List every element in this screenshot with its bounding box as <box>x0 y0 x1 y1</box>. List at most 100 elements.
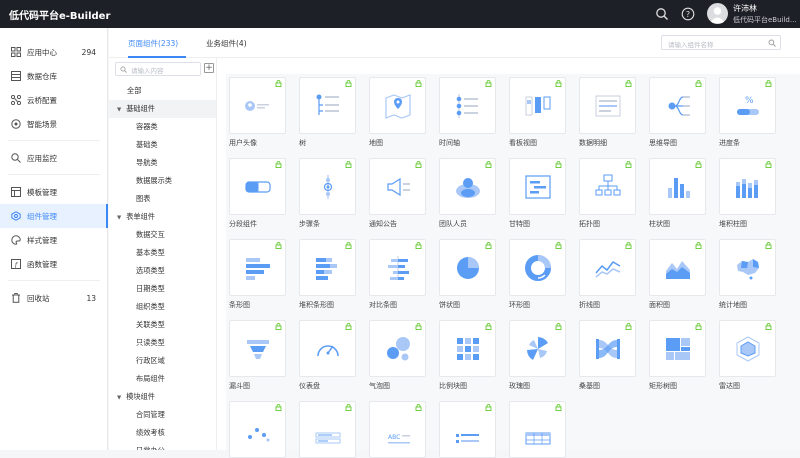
tree-node[interactable]: 基本类型 <box>136 244 165 262</box>
component-card[interactable] <box>439 158 496 215</box>
tree-node[interactable]: 日常办公 <box>136 442 165 450</box>
component-card[interactable] <box>719 320 776 377</box>
component-card[interactable] <box>439 239 496 296</box>
tree-node-label: 日期类型 <box>136 284 165 293</box>
tree-node[interactable]: 导航类 <box>136 154 158 172</box>
palette-icon <box>11 235 21 245</box>
component-card[interactable] <box>509 158 566 215</box>
lock-icon <box>555 242 562 249</box>
component-card[interactable] <box>509 239 566 296</box>
tree-node[interactable]: 选项类型 <box>136 262 165 280</box>
sidebar-item-recycle-bin[interactable]: 回收站 13 <box>0 286 108 310</box>
component-card[interactable] <box>649 239 706 296</box>
tree-node-label: 选项类型 <box>136 266 165 275</box>
component-card[interactable] <box>649 77 706 134</box>
tree-node[interactable]: 图表 <box>136 190 150 208</box>
tree-node[interactable]: 行政区域 <box>136 352 165 370</box>
component-card[interactable] <box>369 239 426 296</box>
component-card[interactable] <box>229 320 286 377</box>
tree-search-input[interactable]: 请输入内容 <box>115 62 201 76</box>
tab-business-components[interactable]: 业务组件(4) <box>206 38 247 49</box>
plus-icon[interactable]: + <box>204 63 214 73</box>
tree-node[interactable]: 只读类型 <box>136 334 165 352</box>
component-name: 进度条 <box>719 139 740 147</box>
hbar-icon <box>246 258 270 280</box>
component-card[interactable] <box>229 77 286 134</box>
map-icon <box>385 94 411 119</box>
component-card[interactable] <box>229 239 286 296</box>
component-name: 步骤条 <box>299 220 320 228</box>
tree-node[interactable]: 日期类型 <box>136 280 165 298</box>
component-card[interactable] <box>299 401 356 458</box>
tree-node[interactable]: 数据展示类 <box>136 172 172 190</box>
component-card[interactable] <box>579 320 636 377</box>
tree-node[interactable]: 绩效考核 <box>136 424 165 442</box>
help-icon[interactable]: ? <box>681 7 695 21</box>
component-card[interactable] <box>299 239 356 296</box>
sidebar-item-smart-scene[interactable]: 智能场景 <box>0 112 108 136</box>
component-card[interactable] <box>299 320 356 377</box>
component-card[interactable] <box>579 77 636 134</box>
component-card[interactable] <box>579 239 636 296</box>
component-name: 通知公告 <box>369 220 397 228</box>
component-card[interactable] <box>509 320 566 377</box>
sidebar-item-app-center[interactable]: 应用中心 294 <box>0 40 108 64</box>
tree-node[interactable]: 关联类型 <box>136 316 165 334</box>
sidebar-item-cloud-bridge[interactable]: 云桥配置 <box>0 88 108 112</box>
sidebar-item-app-monitor[interactable]: 应用监控 <box>0 146 108 170</box>
tree-group[interactable]: ▼ 模块组件 <box>117 388 155 406</box>
sidebar-item-component[interactable]: 组件管理 <box>0 204 108 228</box>
component-card[interactable] <box>299 158 356 215</box>
component-card[interactable] <box>299 77 356 134</box>
component-name: 堆积条形图 <box>299 301 334 309</box>
svg-text:%: % <box>745 96 754 106</box>
tree-node[interactable]: 数据交互 <box>136 226 165 244</box>
component-card[interactable] <box>369 320 426 377</box>
sidebar-item-function[interactable]: f 函数管理 <box>0 252 108 276</box>
caret-down-icon[interactable]: ▼ <box>117 107 121 113</box>
component-card[interactable] <box>229 401 286 458</box>
tab-page-components[interactable]: 页面组件(233) <box>128 38 178 49</box>
tree-node[interactable]: 组织类型 <box>136 298 165 316</box>
component-card[interactable] <box>719 239 776 296</box>
lock-icon <box>345 161 352 168</box>
stat-map-icon <box>737 259 759 280</box>
component-card[interactable] <box>229 158 286 215</box>
component-name: 树 <box>299 139 306 147</box>
component-card[interactable] <box>369 158 426 215</box>
caret-down-icon[interactable]: ▼ <box>117 215 121 221</box>
component-card[interactable] <box>509 77 566 134</box>
component-card[interactable] <box>369 77 426 134</box>
component-card[interactable] <box>439 77 496 134</box>
search-icon[interactable] <box>655 7 669 21</box>
component-card[interactable] <box>649 320 706 377</box>
component-card[interactable] <box>439 320 496 377</box>
tree-node[interactable]: 基础类 <box>136 136 158 154</box>
component-card[interactable] <box>439 401 496 458</box>
component-card[interactable] <box>719 158 776 215</box>
component-card[interactable] <box>579 158 636 215</box>
component-card[interactable] <box>509 401 566 458</box>
component-card[interactable]: ABC <box>369 401 426 458</box>
tree-node[interactable]: 容器类 <box>136 118 158 136</box>
bridge-icon <box>11 95 21 105</box>
tree-node[interactable]: 合同管理 <box>136 406 165 424</box>
tree-node[interactable]: 全部 <box>127 82 141 100</box>
user-name[interactable]: 许沛林 <box>733 3 757 14</box>
lock-icon <box>345 242 352 249</box>
tree-node[interactable]: 布局组件 <box>136 370 165 388</box>
component-name: 柱状图 <box>649 220 670 228</box>
component-card[interactable] <box>649 158 706 215</box>
tree-group[interactable]: ▼ 基础组件 <box>109 100 216 118</box>
search-icon[interactable] <box>768 39 776 47</box>
avatar[interactable] <box>707 3 728 24</box>
component-card[interactable]: % <box>719 77 776 134</box>
caret-down-icon[interactable]: ▼ <box>117 395 121 401</box>
sidebar-item-data-warehouse[interactable]: 数据仓库 <box>0 64 108 88</box>
svg-text:f: f <box>14 261 19 269</box>
component-grid: 用户头像 树 地图 时间轴 看板视图 数据明细 思维导图% 进度条 分段组件 步骤条 通知公告 团队人… <box>226 74 800 458</box>
sidebar-item-template[interactable]: 模板管理 <box>0 180 108 204</box>
component-search-input[interactable]: 请输入组件名称 <box>661 35 781 50</box>
sidebar-item-style[interactable]: 样式管理 <box>0 228 108 252</box>
tree-group[interactable]: ▼ 表单组件 <box>117 208 155 226</box>
